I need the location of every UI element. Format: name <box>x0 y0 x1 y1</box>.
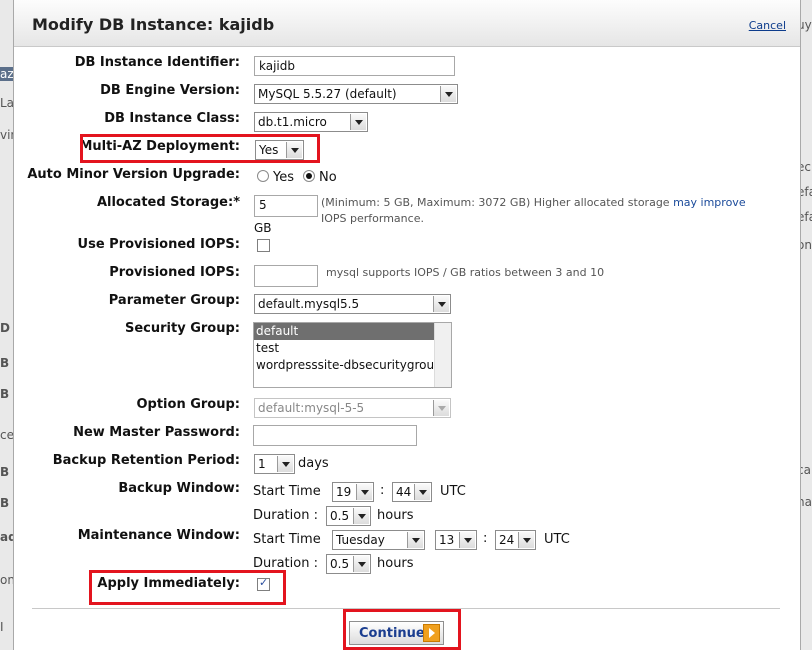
use-piops-label: Use Provisioned IOPS: <box>77 237 240 252</box>
backup-start-time-label: Start Time <box>253 484 321 499</box>
master-password-input[interactable] <box>253 425 417 446</box>
backup-duration-unit: hours <box>377 508 414 523</box>
master-password-label: New Master Password: <box>73 425 240 440</box>
security-group-listbox[interactable]: default test wordpresssite-dbsecuritygro… <box>253 322 452 388</box>
backup-hour-value: 19 <box>336 485 352 499</box>
auto-minor-yes-label: Yes <box>273 170 294 185</box>
maintenance-hour-select[interactable]: 13 <box>435 530 477 550</box>
maintenance-day-select[interactable]: Tuesday <box>332 530 425 550</box>
db-engine-version-select[interactable]: MySQL 5.5.27 (default) <box>254 84 458 104</box>
db-engine-version-value: MySQL 5.5.27 (default) <box>258 87 397 101</box>
option-group-value: default:mysql-5-5 <box>258 401 365 415</box>
backup-duration-label: Duration : <box>253 508 318 523</box>
dialog-title-bar: Modify DB Instance: kajidb Cancel <box>14 0 800 47</box>
chevron-down-icon <box>433 400 449 416</box>
auto-minor-yes-radio[interactable] <box>257 170 269 182</box>
dialog-title: Modify DB Instance: kajidb <box>32 15 275 34</box>
auto-minor-no-radio[interactable] <box>303 170 315 182</box>
maintenance-time-separator: : <box>483 531 488 546</box>
db-instance-identifier-input[interactable]: kajidb <box>254 56 455 76</box>
maintenance-duration-label: Duration : <box>253 556 318 571</box>
backup-duration-value: 0.5 <box>330 509 350 523</box>
maintenance-minute-value: 24 <box>499 533 515 547</box>
parameter-group-label: Parameter Group: <box>108 293 240 308</box>
maintenance-day-value: Tuesday <box>336 533 385 547</box>
allocated-storage-label: Allocated Storage:* <box>96 195 240 210</box>
backup-hour-select[interactable]: 19 <box>332 482 374 502</box>
may-improve-link[interactable]: may improve <box>673 196 746 209</box>
chevron-down-icon <box>414 484 430 500</box>
bg-fragment: I <box>0 620 4 634</box>
allocated-storage-input[interactable]: 5 <box>254 195 318 217</box>
chevron-down-icon <box>356 484 372 500</box>
maintenance-minute-select[interactable]: 24 <box>495 530 536 550</box>
auto-minor-no-label: No <box>319 170 337 185</box>
backup-time-separator: : <box>380 483 385 498</box>
bg-fragment: ce <box>0 428 14 442</box>
backup-retention-value: 1 <box>258 457 266 471</box>
piops-note: mysql supports IOPS / GB ratios between … <box>326 266 605 279</box>
security-group-scrollbar[interactable] <box>434 323 451 387</box>
modify-db-instance-dialog: Modify DB Instance: kajidb Cancel DB Ins… <box>13 0 801 650</box>
allocated-storage-note-text-2: IOPS performance. <box>321 212 424 225</box>
piops-input[interactable] <box>254 265 318 287</box>
auto-minor-upgrade-label: Auto Minor Version Upgrade: <box>27 167 240 182</box>
chevron-down-icon <box>277 456 293 472</box>
backup-minute-select[interactable]: 44 <box>392 482 432 502</box>
bg-fragment: az <box>0 67 14 81</box>
continue-highlight <box>343 609 461 650</box>
chevron-down-icon <box>353 556 369 572</box>
backup-retention-unit: days <box>298 456 329 471</box>
piops-label: Provisioned IOPS: <box>109 265 240 280</box>
option-group-label: Option Group: <box>136 397 240 412</box>
chevron-down-icon <box>440 86 456 102</box>
security-group-option[interactable]: default <box>254 323 435 340</box>
db-instance-class-label: DB Instance Class: <box>104 111 240 126</box>
chevron-down-icon <box>518 532 534 548</box>
bg-fragment: La <box>0 96 15 110</box>
db-instance-identifier-label: DB Instance Identifier: <box>74 55 240 70</box>
chevron-down-icon <box>433 296 449 312</box>
option-group-select[interactable]: default:mysql-5-5 <box>254 398 451 418</box>
maintenance-timezone: UTC <box>544 532 570 547</box>
backup-timezone: UTC <box>440 484 466 499</box>
maintenance-duration-value: 0.5 <box>330 557 350 571</box>
backup-retention-select[interactable]: 1 <box>254 454 295 474</box>
multi-az-highlight <box>80 134 320 163</box>
maintenance-hour-value: 13 <box>439 533 455 547</box>
maintenance-duration-unit: hours <box>377 556 414 571</box>
use-piops-checkbox[interactable] <box>257 239 270 252</box>
security-group-option[interactable]: test <box>254 340 451 357</box>
parameter-group-value: default.mysql5.5 <box>258 297 360 311</box>
backup-window-label: Backup Window: <box>118 481 240 496</box>
allocated-storage-note-text: (Minimum: 5 GB, Maximum: 3072 GB) Higher… <box>321 196 674 209</box>
chevron-down-icon <box>350 114 366 130</box>
backup-retention-label: Backup Retention Period: <box>52 453 240 468</box>
db-instance-class-value: db.t1.micro <box>258 115 327 129</box>
security-group-option[interactable]: wordpresssite-dbsecuritygroup- <box>254 357 451 374</box>
maintenance-window-label: Maintenance Window: <box>77 528 240 543</box>
chevron-down-icon <box>459 532 475 548</box>
apply-immediately-highlight <box>89 570 286 605</box>
maintenance-start-time-label: Start Time <box>253 532 321 547</box>
chevron-down-icon <box>353 508 369 524</box>
chevron-down-icon <box>407 532 423 548</box>
db-engine-version-label: DB Engine Version: <box>100 83 240 98</box>
db-instance-class-select[interactable]: db.t1.micro <box>254 112 368 132</box>
allocated-storage-note: (Minimum: 5 GB, Maximum: 3072 GB) Higher… <box>321 195 791 227</box>
cancel-link[interactable]: Cancel <box>749 19 786 32</box>
maintenance-duration-select[interactable]: 0.5 <box>326 554 371 574</box>
backup-duration-select[interactable]: 0.5 <box>326 506 371 526</box>
backup-minute-value: 44 <box>396 485 412 499</box>
security-group-label: Security Group: <box>125 321 240 336</box>
parameter-group-select[interactable]: default.mysql5.5 <box>254 294 451 314</box>
allocated-storage-unit: GB <box>254 221 272 235</box>
bg-fragment: D <box>0 321 10 335</box>
